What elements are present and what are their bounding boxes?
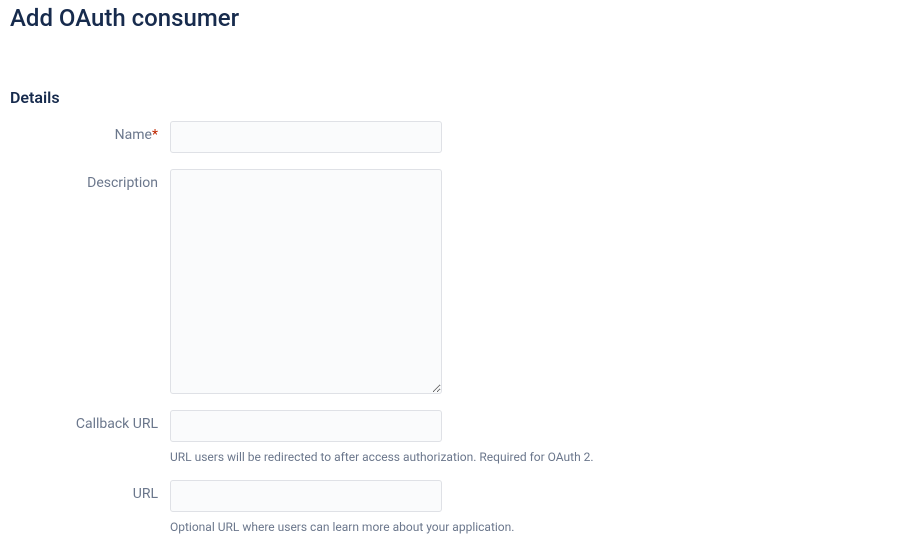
url-input[interactable] — [170, 480, 442, 512]
form-row-description: Description — [10, 169, 908, 394]
url-label: URL — [10, 480, 170, 502]
name-required-indicator: * — [152, 127, 158, 143]
page-title: Add OAuth consumer — [10, 4, 908, 32]
callback-url-label: Callback URL — [10, 410, 170, 432]
description-textarea[interactable] — [170, 169, 442, 394]
name-label-text: Name — [115, 127, 152, 143]
name-field-wrapper — [170, 121, 442, 153]
form-row-url: URL Optional URL where users can learn m… — [10, 480, 908, 542]
callback-url-input[interactable] — [170, 410, 442, 442]
callback-url-help-text: URL users will be redirected to after ac… — [170, 450, 594, 464]
name-label: Name* — [10, 121, 170, 143]
page-container: Add OAuth consumer Details Name* Descrip… — [0, 0, 918, 560]
form-row-name: Name* — [10, 121, 908, 153]
url-field-wrapper: Optional URL where users can learn more … — [170, 480, 514, 542]
details-heading: Details — [10, 88, 908, 107]
form-row-callback-url: Callback URL URL users will be redirecte… — [10, 410, 908, 472]
name-input[interactable] — [170, 121, 442, 153]
url-help-text: Optional URL where users can learn more … — [170, 520, 514, 534]
callback-url-field-wrapper: URL users will be redirected to after ac… — [170, 410, 594, 472]
description-label: Description — [10, 169, 170, 191]
description-field-wrapper — [170, 169, 442, 394]
